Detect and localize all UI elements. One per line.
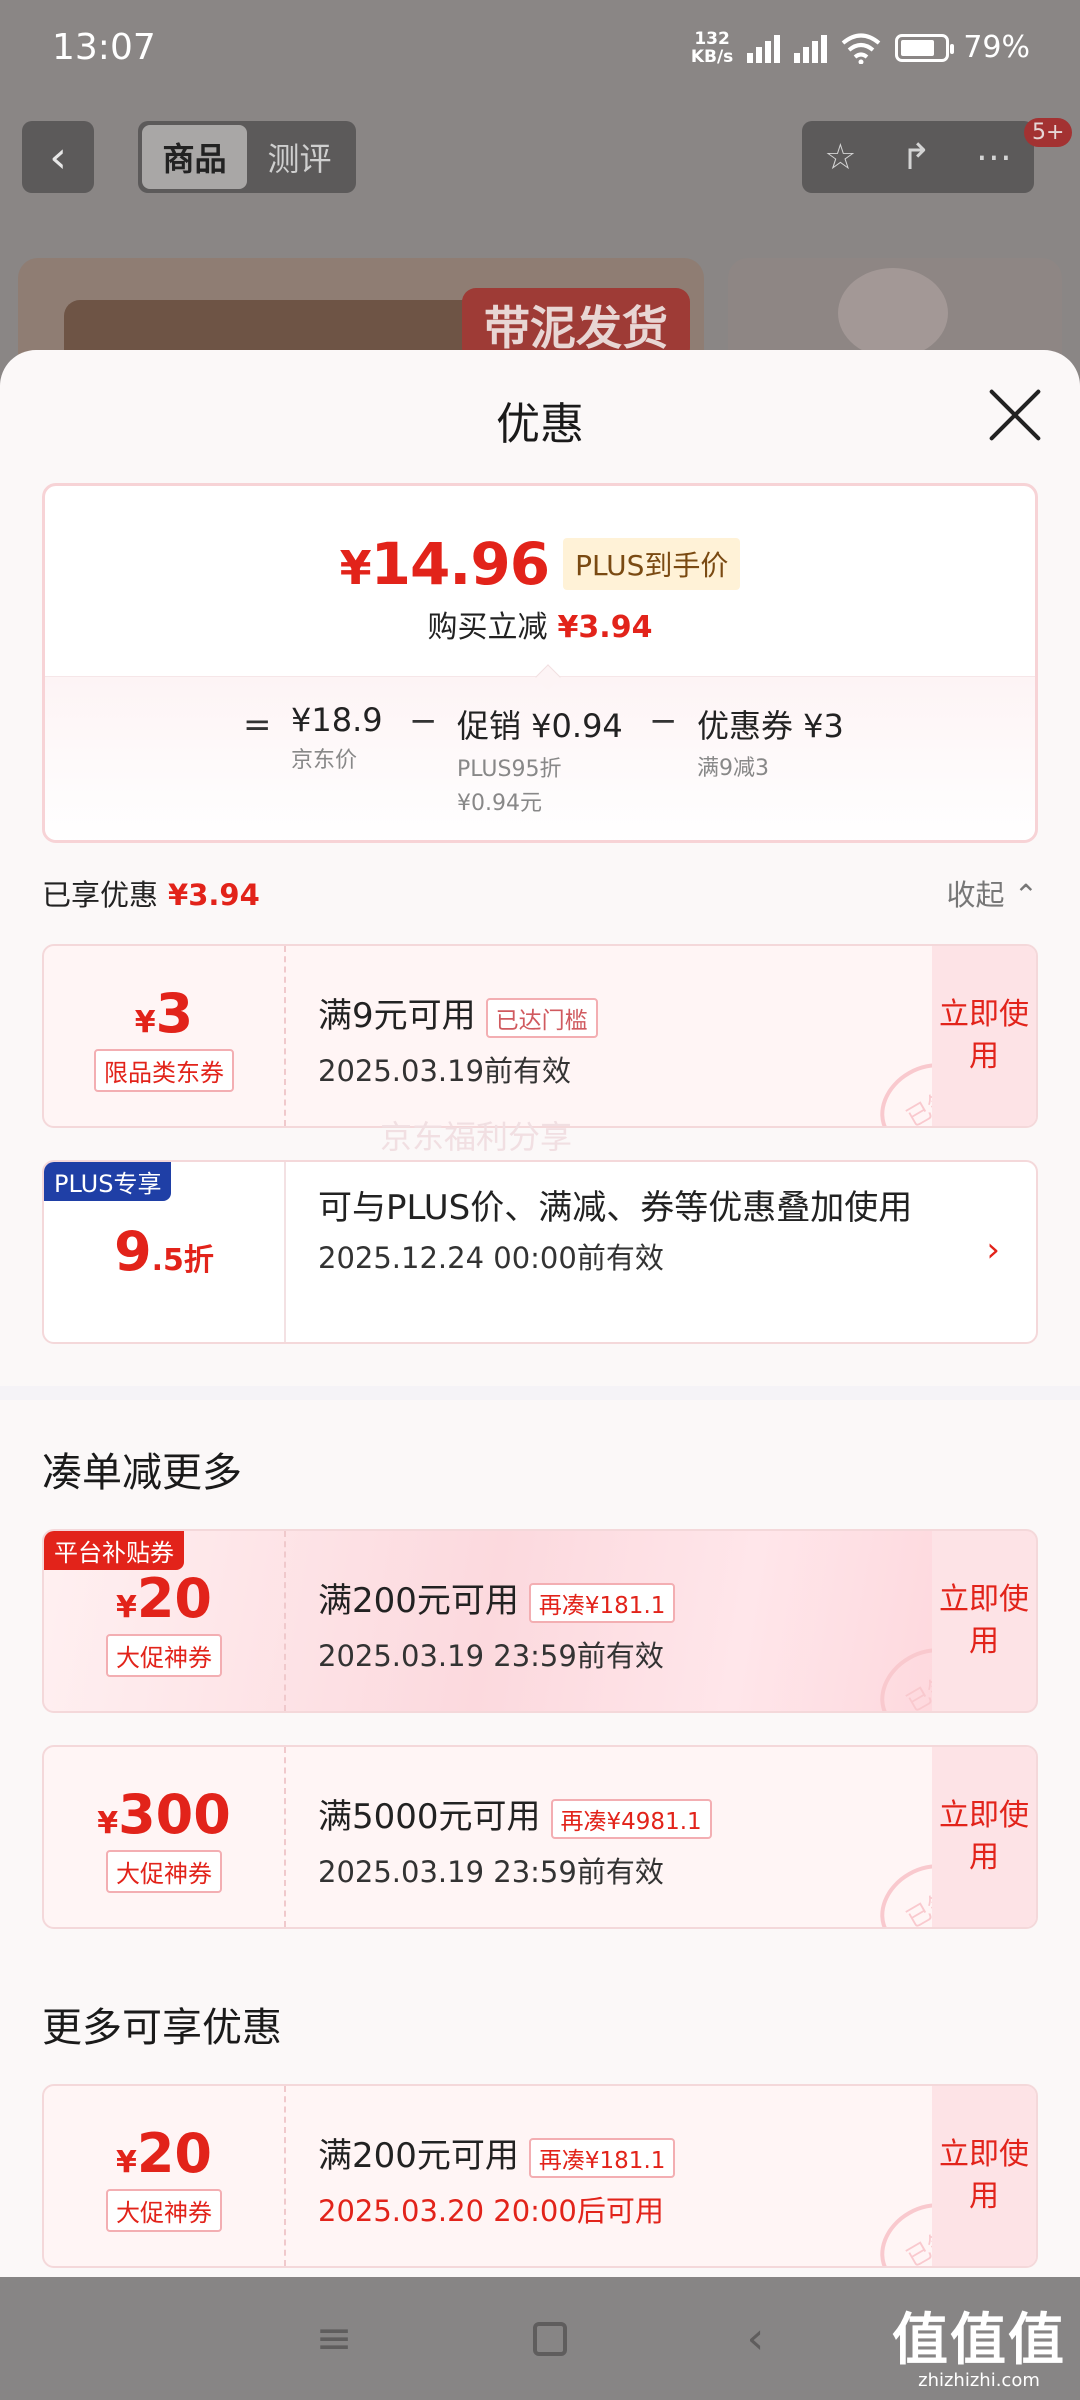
dashed-divider <box>284 946 286 1126</box>
site-watermark-logo: 值值值 zhizhizhi.com <box>892 2308 1066 2392</box>
use-now-button[interactable]: 立即使用 <box>932 1747 1036 1927</box>
clock: 13:07 <box>52 27 156 68</box>
equals-sign: = <box>243 705 272 745</box>
coupon-value: ¥20 大促神券 <box>44 2086 284 2266</box>
network-speed: 132 KB/s <box>690 28 734 67</box>
notification-badge: 5+ <box>1024 118 1073 147</box>
collapse-button[interactable]: 收起 ⌃ <box>946 872 1038 914</box>
tab-product[interactable]: 商品 <box>142 125 247 189</box>
minus-sign-2: − <box>649 701 678 741</box>
coupon-type: 大促神券 <box>106 1850 222 1893</box>
coupon-info: 满200元可用 再凑¥181.1 2025.03.20 20:00后可用 <box>318 2128 958 2230</box>
battery-icon <box>895 33 955 62</box>
wifi-icon <box>842 33 881 64</box>
coupon-value: ¥3 限品类东券 <box>44 946 284 1126</box>
chevron-right-icon: › <box>986 1230 1000 1270</box>
section-title-more: 更多可享优惠 <box>42 2005 282 2051</box>
dashed-divider <box>284 2086 286 2266</box>
signal-2-icon <box>794 33 828 63</box>
close-icon[interactable] <box>984 384 1046 446</box>
coupon-discount: 优惠券 ¥3 满9减3 <box>697 707 844 781</box>
dashed-divider <box>284 1747 286 1927</box>
price-top: ¥14.96 PLUS到手价 购买立减 ¥3.94 <box>45 486 1035 676</box>
top-up-tag: 再凑¥181.1 <box>528 1582 676 1623</box>
price-summary: ¥14.96 PLUS到手价 购买立减 ¥3.94 = ¥18.9 京东价 − 促… <box>42 483 1038 843</box>
tab-review[interactable]: 测评 <box>247 125 352 189</box>
status-icons: 132 KB/s 79% <box>691 30 1030 66</box>
coupon-card: ¥3 限品类东券 满9元可用 已达门槛 2025.03.19前有效 已领 立即使用 <box>42 944 1038 1128</box>
coupon-value: ¥20 大促神券 <box>44 1531 284 1711</box>
minus-sign: − <box>409 701 438 741</box>
final-price-line: ¥14.96 PLUS到手价 <box>45 530 1035 598</box>
dashed-divider <box>284 1531 286 1711</box>
coupon-type: 大促神券 <box>106 1634 222 1677</box>
plus-discount-value: 9.5折 <box>114 1220 214 1283</box>
page-header: ‹ 商品 测评 ☆ ↱ ⋯ <box>0 95 1080 215</box>
back-icon[interactable]: ‹ <box>747 2313 765 2364</box>
home-icon[interactable] <box>532 2321 567 2356</box>
battery-percent: 79% <box>963 30 1030 65</box>
top-up-tag: 再凑¥181.1 <box>528 2137 676 2178</box>
use-now-button[interactable]: 立即使用 <box>932 946 1036 1126</box>
section-title-bundle: 凑单减更多 <box>42 1450 242 1496</box>
tab-switcher: 商品 测评 <box>138 121 356 193</box>
reduce-line: 购买立减 ¥3.94 <box>427 610 653 645</box>
chevron-left-icon: ‹ <box>49 131 67 183</box>
plus-validity: 2025.12.24 00:00前有效 <box>318 1241 664 1275</box>
more-icon[interactable]: ⋯ <box>976 137 1012 178</box>
coupon-type: 限品类东券 <box>94 1049 234 1092</box>
top-up-tag: 再凑¥4981.1 <box>550 1798 712 1839</box>
back-button[interactable]: ‹ <box>22 121 94 193</box>
coupon-card: ¥300 大促神券 满5000元可用 再凑¥4981.1 2025.03.19 2… <box>42 1745 1038 1929</box>
coupon-validity: 2025.03.20 20:00后可用 <box>318 2193 664 2228</box>
discount-sheet: 优惠 ¥14.96 PLUS到手价 购买立减 ¥3.94 = ¥18.9 京东价 … <box>0 350 1080 2277</box>
use-now-button[interactable]: 立即使用 <box>932 1531 1036 1711</box>
coupon-info: 满5000元可用 再凑¥4981.1 2025.03.19 23:59前有效 <box>318 1789 958 1891</box>
coupon-validity: 2025.03.19 23:59前有效 <box>318 1854 664 1889</box>
sheet-title: 优惠 <box>496 399 584 450</box>
threshold-tag: 已达门槛 <box>485 997 598 1038</box>
header-actions: ☆ ↱ ⋯ <box>802 121 1034 193</box>
plus-desc: 可与PLUS价、满减、券等优惠叠加使用 <box>318 1188 913 1228</box>
price-formula-area: = ¥18.9 京东价 − 促销 ¥0.94 PLUS95折 ¥0.94元 − 优… <box>45 676 1035 840</box>
use-now-button[interactable]: 立即使用 <box>932 2086 1036 2266</box>
plus-info: 可与PLUS价、满减、券等优惠叠加使用 2025.12.24 00:00前有效 <box>318 1184 958 1282</box>
coupon-info: 满9元可用 已达门槛 2025.03.19前有效 <box>318 988 958 1090</box>
section-separator <box>0 1386 1080 1400</box>
coupon-info: 满200元可用 再凑¥181.1 2025.03.19 23:59前有效 <box>318 1573 958 1675</box>
coupon-card: ¥20 大促神券 满200元可用 再凑¥181.1 2025.03.20 20:0… <box>42 2084 1038 2268</box>
status-bar: 13:07 132 KB/s 79% <box>0 0 1080 95</box>
enjoyed-discount: 已享优惠 ¥3.94 <box>42 878 260 912</box>
coupon-card: 平台补贴券 ¥20 大促神券 满200元可用 再凑¥181.1 2025.03.1… <box>42 1529 1038 1713</box>
coupon-type: 大促神券 <box>106 2189 222 2232</box>
menu-icon[interactable]: ≡ <box>316 2313 353 2364</box>
star-icon[interactable]: ☆ <box>824 137 856 178</box>
plus-price-tag: PLUS到手价 <box>563 538 741 590</box>
watermark: 京东福利分享 <box>380 1118 573 1156</box>
coupon-validity: 2025.03.19 23:59前有效 <box>318 1638 664 1673</box>
chevron-up-icon: ⌃ <box>1013 878 1038 912</box>
signal-1-icon <box>747 33 781 63</box>
divider <box>284 1162 286 1342</box>
promo-discount: 促销 ¥0.94 PLUS95折 ¥0.94元 <box>457 707 623 816</box>
share-icon[interactable]: ↱ <box>901 137 931 178</box>
fruit-photo <box>838 268 948 358</box>
final-price: ¥14.96 <box>339 530 550 598</box>
coupon-value: ¥300 大促神券 <box>44 1747 284 1927</box>
plus-discount-card[interactable]: PLUS专享 9.5折 可与PLUS价、满减、券等优惠叠加使用 2025.12.… <box>42 1160 1038 1344</box>
coupon-validity: 2025.03.19前有效 <box>318 1053 572 1088</box>
jd-price: ¥18.9 京东价 <box>291 701 383 773</box>
